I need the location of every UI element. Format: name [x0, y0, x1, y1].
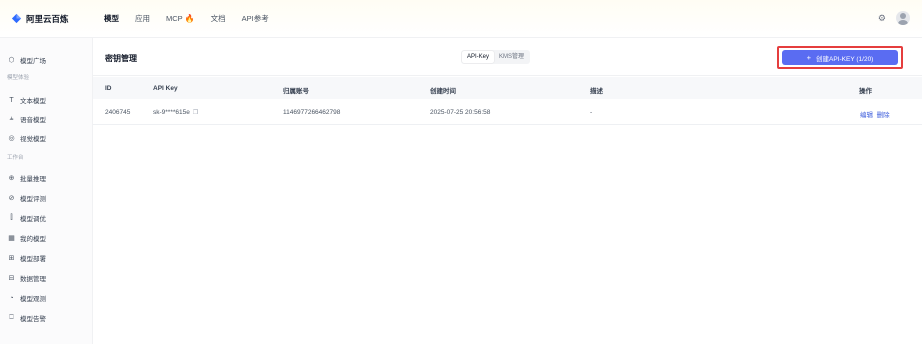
- cube-icon: ⬡: [8, 57, 15, 64]
- deploy-icon: ⊞: [8, 255, 15, 262]
- sidebar-item-label: 我的模型: [20, 236, 46, 243]
- create-api-key-label: 创建API-KEY (1/20): [816, 55, 874, 63]
- top-right-tools: ⚙: [878, 11, 910, 25]
- sidebar-item-my-models[interactable]: ▦ 我的模型: [7, 233, 46, 243]
- table-header: ID API Key 归属账号 创建时间 描述 操作: [93, 77, 922, 99]
- sidebar-item-label: 模型观测: [20, 296, 46, 303]
- sidebar-item-label: 文本模型: [20, 98, 46, 105]
- cell-actions: 编辑 删除: [860, 109, 890, 119]
- page-header: 密钥管理 API-Key KMS管理 + 创建API-KEY (1/20): [93, 38, 922, 76]
- create-api-key-button[interactable]: + 创建API-KEY (1/20): [782, 50, 898, 65]
- nav-models-label: 模型: [104, 14, 119, 23]
- table-row: 2406745 sk-9****615e ❐ 1146977266462798 2…: [93, 99, 922, 125]
- sidebar-item-label: 模型告警: [20, 316, 46, 323]
- sidebar-item-text-models[interactable]: T 文本模型: [7, 95, 46, 106]
- nav-mcp-label: MCP: [166, 14, 183, 23]
- avatar[interactable]: [896, 11, 910, 25]
- cell-api-key: sk-9****615e ❐: [153, 109, 198, 116]
- sidebar-item-label: 视觉模型: [20, 136, 46, 143]
- observe-icon: ◔: [9, 294, 14, 302]
- api-key-value: sk-9****615e: [153, 109, 190, 116]
- page-title: 密钥管理: [105, 54, 137, 63]
- my-models-icon: ▦: [8, 235, 15, 242]
- sidebar: ⬡ 模型广场 模型体验 T 文本模型 ⫨ 语音模型 ◎ 视觉模型 工作台 ⊕ 批量推理 ⊘…: [0, 38, 93, 344]
- vision-icon: ◎: [8, 135, 15, 142]
- sidebar-item-vision-models[interactable]: ◎ 视觉模型: [7, 133, 46, 143]
- sidebar-item-label: 模型部署: [20, 256, 46, 263]
- nav-apps[interactable]: 应用: [135, 13, 150, 24]
- tab-api-key[interactable]: API-Key: [462, 51, 495, 63]
- logo-text: 阿里云百炼: [26, 13, 69, 24]
- nav-api-reference-label: API参考: [241, 14, 269, 23]
- delete-link[interactable]: 删除: [877, 112, 890, 119]
- copy-icon[interactable]: ❐: [193, 110, 198, 116]
- sidebar-item-batch-inference[interactable]: ⊕ 批量推理: [7, 173, 46, 183]
- text-icon: T: [9, 96, 14, 104]
- sidebar-item-model-deploy[interactable]: ⊞ 模型部署: [7, 253, 46, 263]
- sidebar-item-model-alert[interactable]: ⎕ 模型告警: [7, 313, 46, 323]
- voice-icon: ⫨: [9, 115, 14, 122]
- sidebar-item-model-observe[interactable]: ◔ 模型观测: [7, 293, 46, 304]
- sidebar-item-model-evaluation[interactable]: ⊘ 模型评测: [7, 193, 46, 203]
- logo[interactable]: 阿里云百炼: [11, 13, 104, 25]
- cell-account: 1146977266462798: [283, 109, 341, 116]
- sidebar-item-data-management[interactable]: ⊟ 数据管理: [7, 273, 46, 283]
- logo-icon: [11, 13, 22, 24]
- top-nav: 模型 应用 MCP 🔥 文档 API参考: [104, 13, 285, 24]
- plus-icon: +: [806, 53, 812, 62]
- cell-id: 2406745: [105, 109, 131, 116]
- sidebar-item-label: 模型评测: [20, 196, 46, 203]
- flame-icon: 🔥: [184, 14, 195, 23]
- col-account: 归属账号: [283, 88, 309, 95]
- tab-kms[interactable]: KMS管理: [494, 51, 529, 63]
- nav-models[interactable]: 模型: [104, 13, 119, 24]
- sidebar-item-model-square[interactable]: ⬡ 模型广场: [7, 55, 46, 65]
- gear-icon[interactable]: ⚙: [878, 13, 886, 24]
- sidebar-item-voice-models[interactable]: ⫨ 语音模型: [7, 114, 46, 124]
- top-bar: 阿里云百炼 模型 应用 MCP 🔥 文档 API参考 ⚙: [0, 0, 922, 38]
- data-icon: ⊟: [8, 275, 15, 282]
- col-description: 描述: [590, 88, 603, 95]
- sidebar-item-label: 数据管理: [20, 276, 46, 283]
- batch-icon: ⊕: [8, 175, 15, 182]
- sidebar-group-model-experience: 模型体验: [7, 75, 30, 81]
- evaluate-icon: ⊘: [8, 195, 15, 202]
- sidebar-item-label: 模型广场: [20, 58, 46, 65]
- sidebar-item-label: 批量推理: [20, 176, 46, 183]
- sidebar-item-model-tuning[interactable]: ⫿ 模型调优: [7, 213, 46, 223]
- tune-icon: ⫿: [10, 214, 13, 221]
- sidebar-item-label: 模型调优: [20, 216, 46, 223]
- main-content: 密钥管理 API-Key KMS管理 + 创建API-KEY (1/20) ID …: [93, 38, 922, 344]
- sidebar-item-label: 语音模型: [20, 117, 46, 124]
- tab-switcher: API-Key KMS管理: [461, 50, 531, 64]
- nav-apps-label: 应用: [135, 14, 150, 23]
- col-api-key: API Key: [153, 85, 178, 92]
- nav-docs[interactable]: 文档: [211, 13, 226, 24]
- nav-api-reference[interactable]: API参考: [242, 13, 269, 24]
- edit-link[interactable]: 编辑: [860, 112, 873, 119]
- nav-mcp[interactable]: MCP 🔥: [166, 14, 195, 23]
- col-created: 创建时间: [430, 88, 456, 95]
- nav-docs-label: 文档: [210, 14, 226, 23]
- col-id: ID: [105, 85, 112, 92]
- cell-description: -: [590, 109, 593, 116]
- alert-icon: ⎕: [9, 314, 14, 321]
- cell-created: 2025-07-25 20:56:58: [430, 109, 491, 116]
- sidebar-group-workbench: 工作台: [7, 155, 24, 161]
- col-actions: 操作: [859, 88, 872, 95]
